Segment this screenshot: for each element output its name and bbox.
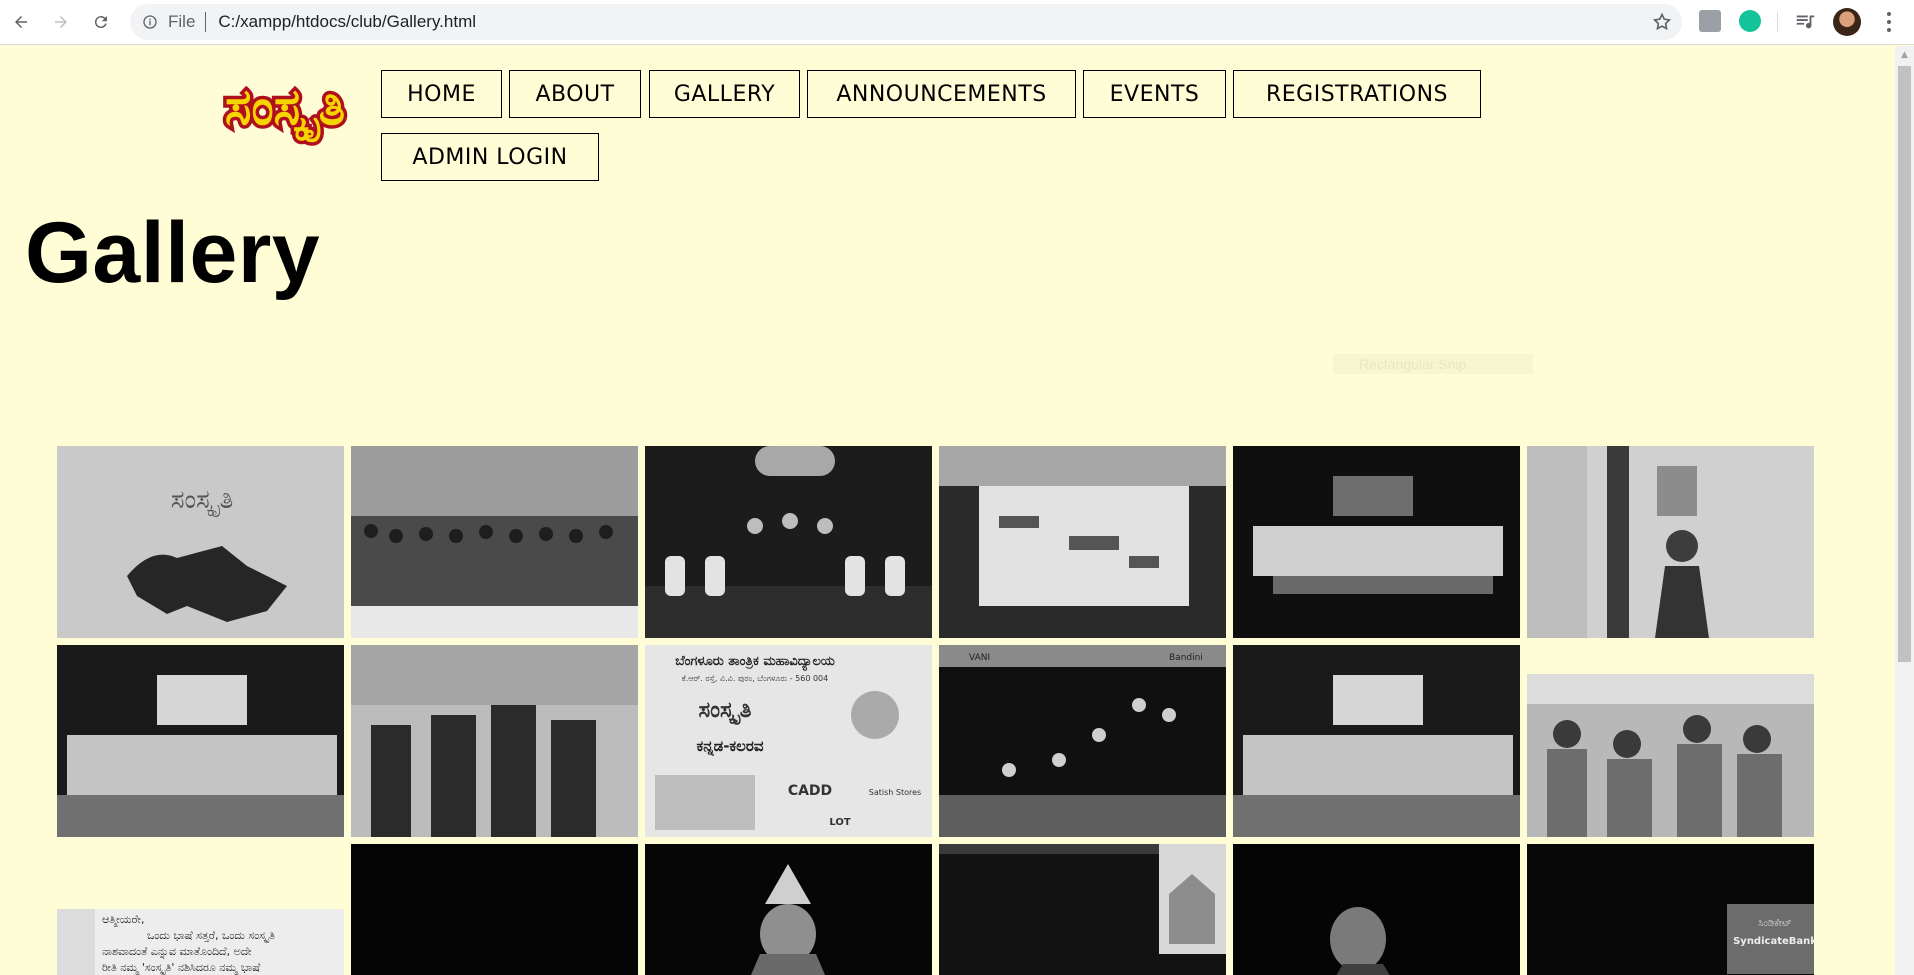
media-control-icon[interactable]	[1794, 10, 1816, 32]
gallery-photo-1[interactable]: ಸಂಸ್ಕೃತಿ	[57, 446, 344, 638]
reload-icon[interactable]	[87, 8, 115, 36]
gallery-photo-18[interactable]: ಸಿಂಡಿಕೇಟ್ SyndicateBank	[1527, 844, 1814, 975]
bank-line-1: ಸಿಂಡಿಕೇಟ್	[1758, 918, 1792, 929]
gallery-photo-17[interactable]	[1233, 844, 1520, 975]
gallery-photo-12[interactable]	[1527, 674, 1814, 837]
letter-line-2: ಒಂದು ಭಾಷೆ ಸತ್ತರೆ, ಒಂದು ಸಂಸ್ಕೃತಿ	[147, 929, 275, 942]
gallery-photo-4[interactable]	[939, 446, 1226, 638]
gallery-photo-14[interactable]	[351, 844, 638, 975]
browser-menu-icon[interactable]	[1880, 10, 1898, 34]
poster-sponsor-2: Satish Stores	[869, 788, 921, 797]
grammarly-extension-icon[interactable]	[1739, 10, 1761, 32]
url-text[interactable]: C:/xampp/htdocs/club/Gallery.html	[218, 12, 476, 32]
gallery-letter[interactable]: ಆತ್ಮೀಯರೇ, ಒಂದು ಭಾಷೆ ಸತ್ತರೆ, ಒಂದು ಸಂಸ್ಕೃತ…	[57, 909, 344, 975]
letter-line-1: ಆತ್ಮೀಯರೇ,	[102, 913, 144, 926]
logo-text: ಸಂಸ್ಕೃತಿ	[225, 78, 345, 142]
forward-arrow-icon[interactable]	[47, 8, 75, 36]
letter-line-3: ನಾಶವಾದಂತೆ ಎನ್ನುವ ಮಾತೊಂದಿದೆ, ಅದೇ	[102, 945, 252, 958]
gallery-photo-10[interactable]: VANI Bandini	[939, 645, 1226, 837]
letter-line-4: ರೀತಿ ನಮ್ಮ 'ಸಂಸ್ಕೃತಿ' ನಶಿಸಿದರೂ ನಮ್ಮ ಭಾಷೆ	[102, 961, 261, 974]
scrollbar-thumb[interactable]	[1898, 66, 1911, 662]
nav-admin-login-button[interactable]: ADMIN LOGIN	[381, 133, 599, 181]
url-scheme: File	[168, 12, 196, 31]
gallery-photo-8[interactable]	[351, 645, 638, 837]
gallery-photo-5[interactable]	[1233, 446, 1520, 638]
nav-about-button[interactable]: ABOUT	[509, 70, 641, 118]
browser-toolbar: File C:/xampp/htdocs/club/Gallery.html	[0, 0, 1914, 45]
nav-gallery-button[interactable]: GALLERY	[649, 70, 800, 118]
pdf-extension-icon[interactable]	[1699, 10, 1721, 32]
poster-logo: ಸಂಸ್ಕೃತಿ	[699, 698, 752, 726]
gallery-photo-3[interactable]	[645, 446, 932, 638]
gallery-photo-11[interactable]	[1233, 645, 1520, 837]
gallery-photo-7[interactable]	[57, 645, 344, 837]
poster-sponsor-1: CADD	[788, 783, 832, 799]
page-scrollbar[interactable]: ▲	[1895, 46, 1914, 975]
gallery-photo-16[interactable]	[939, 844, 1226, 975]
bank-line-2: SyndicateBank	[1733, 936, 1814, 947]
info-icon[interactable]	[142, 14, 158, 30]
banner-right-label: Bandini	[1169, 653, 1203, 663]
site-logo[interactable]: ಸಂಸ್ಕೃತಿ	[205, 68, 365, 154]
nav-registrations-button[interactable]: REGISTRATIONS	[1233, 70, 1481, 118]
poster-address: ಕೆ.ಆರ್. ರಸ್ತೆ, ವಿ.ವಿ. ಪುರಂ, ಬೆಂಗಳೂರು - 5…	[682, 674, 828, 683]
nav-announcements-button[interactable]: ANNOUNCEMENTS	[807, 70, 1076, 118]
svg-text:ಸಂಸ್ಕೃತಿ: ಸಂಸ್ಕೃತಿ	[171, 485, 234, 517]
back-arrow-icon[interactable]	[7, 8, 35, 36]
profile-avatar[interactable]	[1833, 8, 1861, 36]
gallery-photo-6[interactable]	[1527, 446, 1814, 638]
poster-event: ಕನ್ನಡ-ಕಲರವ	[697, 737, 764, 757]
bookmark-star-icon[interactable]	[1652, 12, 1672, 32]
poster-sponsor-3: LOT	[829, 817, 851, 828]
banner-top-label: VANI	[969, 653, 990, 663]
gallery-poster[interactable]: ಬೆಂಗಳೂರು ತಾಂತ್ರಿಕ ಮಹಾವಿದ್ಯಾಲಯ ಕೆ.ಆರ್. ರಸ…	[645, 645, 932, 837]
gallery-photo-2[interactable]	[351, 446, 638, 638]
address-bar[interactable]: File C:/xampp/htdocs/club/Gallery.html	[130, 4, 1682, 40]
nav-events-button[interactable]: EVENTS	[1083, 70, 1226, 118]
scroll-up-arrow-icon[interactable]: ▲	[1895, 46, 1914, 63]
snip-overlay: Rectangular Snip	[1333, 354, 1533, 374]
nav-home-button[interactable]: HOME	[381, 70, 502, 118]
page-viewport: ಸಂಸ್ಕೃತಿ HOME ABOUT GALLERY ANNOUNCEMENT…	[0, 46, 1895, 975]
page-title: Gallery	[25, 205, 321, 301]
url-separator	[205, 12, 207, 32]
gallery-photo-15[interactable]	[645, 844, 932, 975]
toolbar-divider	[1777, 12, 1778, 32]
